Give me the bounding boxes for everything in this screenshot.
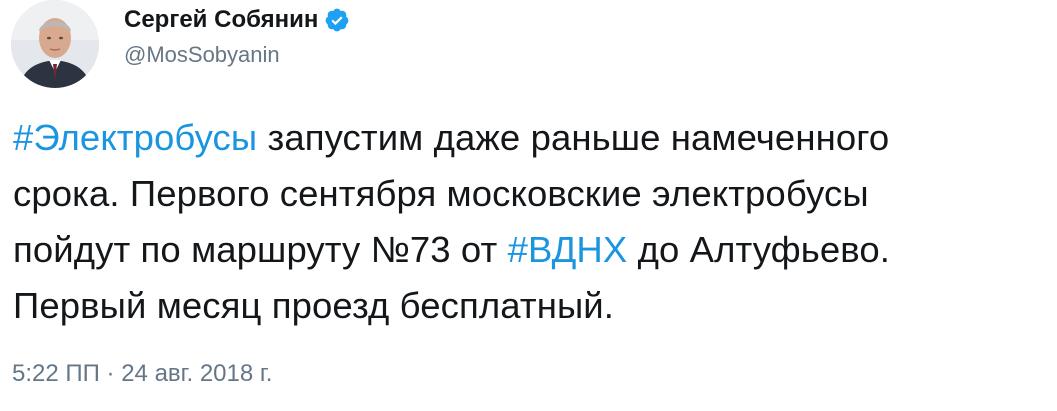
tweet-text-segment: пойдут по маршруту №73 от (13, 229, 508, 270)
author-display-name[interactable]: Сергей Собянин (124, 6, 318, 34)
tweet-text-segment: Первый месяц проезд бесплатный. (13, 285, 615, 326)
hashtag-link[interactable]: #Электробусы (13, 117, 257, 158)
tweet-text-line: пойдут по маршруту №73 от #ВДНХ до Алтуф… (13, 222, 1043, 278)
tweet-text-segment: срока. Первого сентября московские элект… (13, 173, 869, 214)
avatar[interactable] (11, 0, 99, 88)
hashtag-link[interactable]: #ВДНХ (508, 229, 628, 270)
tweet-text-segment: до Алтуфьево. (627, 229, 891, 270)
tweet: Сергей Собянин @MosSobyanin #Электробусы… (0, 0, 1057, 411)
tweet-text-line: срока. Первого сентября московские элект… (13, 166, 1043, 222)
avatar-portrait-icon (11, 0, 99, 88)
tweet-text: #Электробусы запустим даже раньше намече… (13, 110, 1043, 334)
tweet-timestamp[interactable]: 5:22 ПП · 24 авг. 2018 г. (12, 360, 272, 388)
tweet-text-line: #Электробусы запустим даже раньше намече… (13, 110, 1043, 166)
author-name-row: Сергей Собянин (124, 4, 350, 36)
tweet-text-line: Первый месяц проезд бесплатный. (13, 278, 1043, 334)
tweet-text-segment: запустим даже раньше намеченного (257, 117, 890, 158)
author-handle[interactable]: @MosSobyanin (124, 42, 280, 68)
verified-badge-icon (324, 7, 350, 33)
